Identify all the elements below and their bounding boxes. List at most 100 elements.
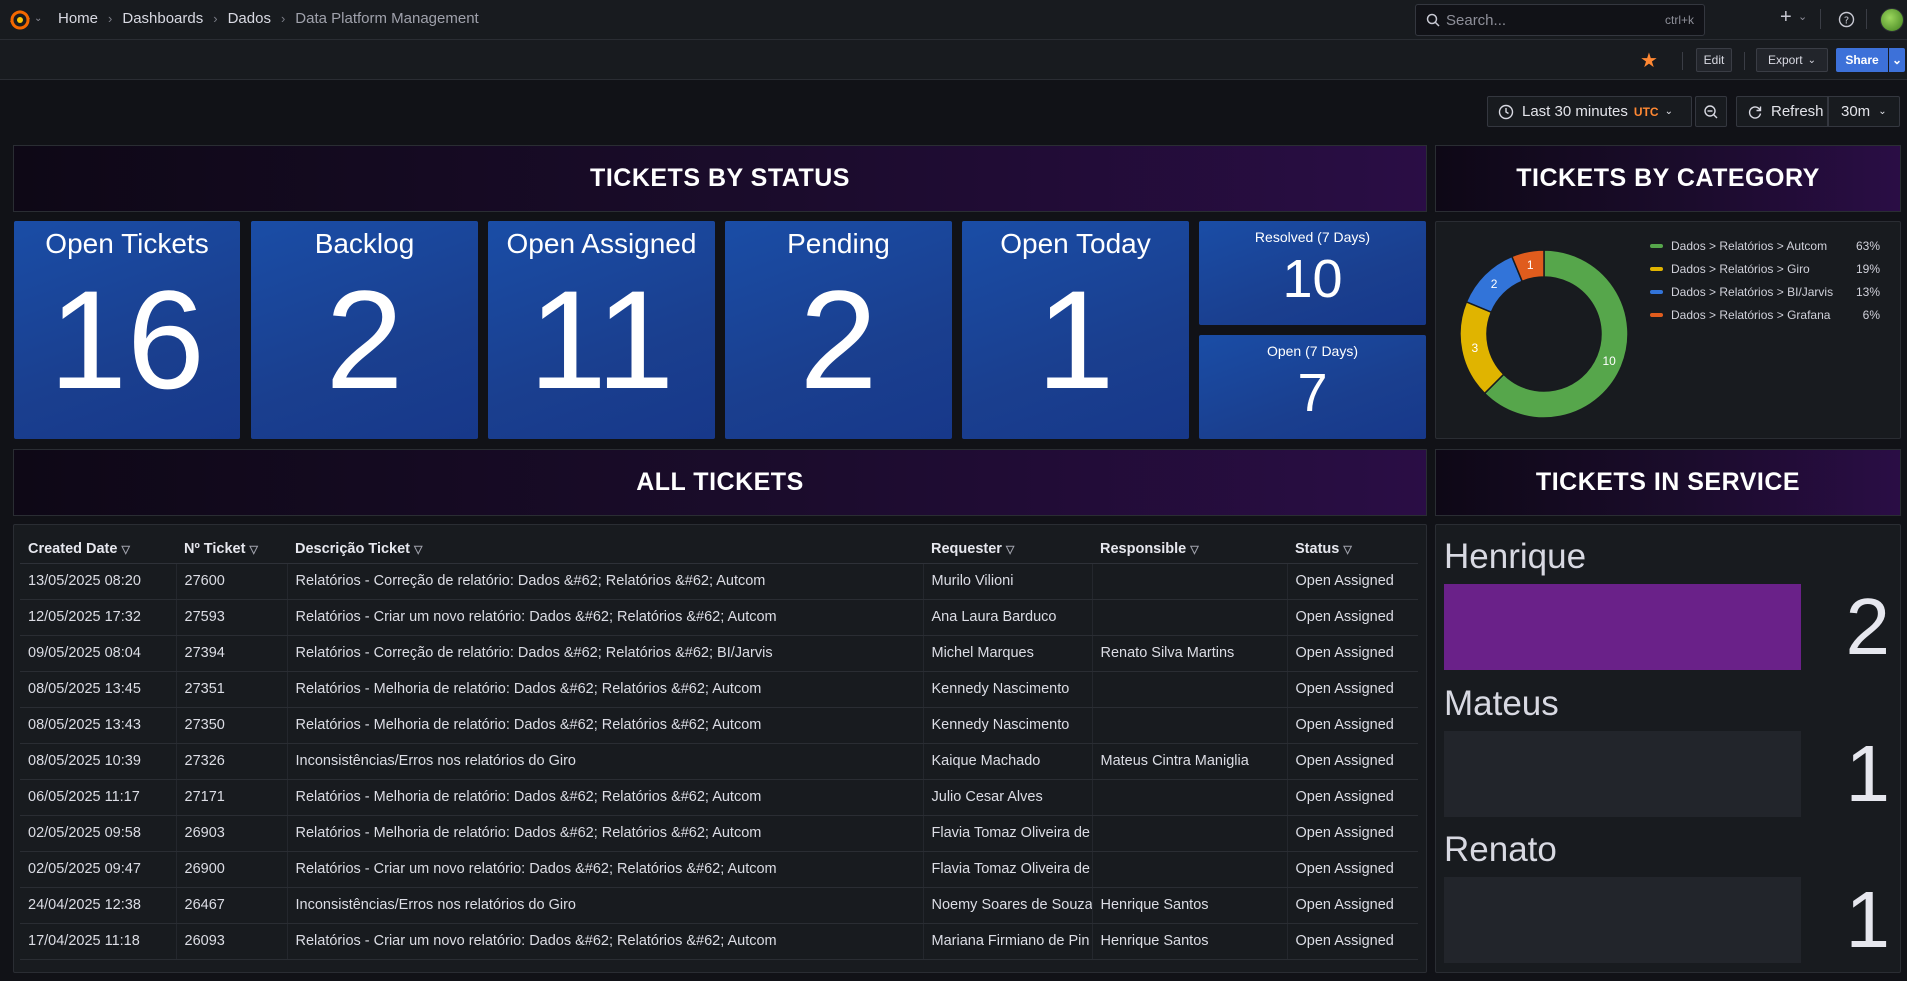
edit-button[interactable]: Edit: [1696, 48, 1732, 72]
filter-icon[interactable]: ▽: [414, 544, 422, 556]
column-header-description[interactable]: Descrição Ticket ▽: [287, 535, 923, 564]
legend-item[interactable]: Dados > Relatórios > Grafana 6%: [1650, 303, 1880, 326]
cell-responsible: [1092, 563, 1288, 600]
cell-requester: Flavia Tomaz Oliveira de: [923, 851, 1093, 888]
table-row[interactable]: 02/05/2025 09:47 26900 Relatórios - Criar …: [20, 851, 1418, 888]
cell-status: Open Assigned: [1287, 887, 1418, 924]
donut-slice[interactable]: [1459, 300, 1505, 395]
share-menu-chevron-icon[interactable]: ⌄: [1889, 48, 1905, 72]
nav-divider: [1820, 9, 1821, 29]
cell-created-date: 17/04/2025 11:18: [20, 923, 177, 960]
table-row[interactable]: 17/04/2025 11:18 26093 Relatórios - Criar …: [20, 923, 1418, 960]
stat-value: 2: [325, 261, 404, 418]
service-name: Mateus: [1444, 684, 1559, 723]
legend-item[interactable]: Dados > Relatórios > Autcom 63%: [1650, 234, 1880, 257]
logo-menu-chevron-icon[interactable]: ⌄: [34, 13, 42, 24]
stat-open-assigned[interactable]: Open Assigned 11: [488, 221, 715, 439]
stat-value: 2: [799, 261, 878, 418]
cell-ticket-number: 26093: [176, 923, 288, 960]
stat-open-tickets[interactable]: Open Tickets 16: [14, 221, 240, 439]
cell-requester: Kaique Machado: [923, 743, 1093, 780]
dashboard-toolbar: [0, 40, 1907, 80]
search-input[interactable]: Search... ctrl+k: [1415, 4, 1705, 36]
cell-responsible: Henrique Santos: [1092, 923, 1288, 960]
table-row[interactable]: 08/05/2025 10:39 27326 Inconsistências/Err…: [20, 743, 1418, 780]
filter-icon[interactable]: ▽: [1006, 544, 1014, 556]
cell-status: Open Assigned: [1287, 671, 1418, 708]
export-chevron-icon: ⌄: [1807, 54, 1817, 66]
donut-slice-label: 3: [1472, 341, 1479, 355]
export-button[interactable]: Export ⌄: [1756, 48, 1828, 72]
service-value: 1: [1845, 875, 1891, 964]
add-new-icon[interactable]: +: [1780, 6, 1792, 29]
column-header-created-date[interactable]: Created Date ▽: [20, 535, 176, 564]
stat-pending[interactable]: Pending 2: [725, 221, 952, 439]
cell-status: Open Assigned: [1287, 599, 1418, 636]
column-header-status[interactable]: Status ▽: [1287, 535, 1418, 564]
cell-requester: Ana Laura Barduco: [923, 599, 1093, 636]
filter-icon[interactable]: ▽: [1190, 544, 1198, 556]
table-row[interactable]: 09/05/2025 08:04 27394 Relatórios - Correç…: [20, 635, 1418, 672]
column-header-responsible[interactable]: Responsible ▽: [1092, 535, 1287, 564]
table-row[interactable]: 06/05/2025 11:17 27171 Relatórios - Melhor…: [20, 779, 1418, 816]
service-value: 2: [1845, 582, 1891, 671]
legend-swatch: [1650, 289, 1663, 294]
cell-responsible: Mateus Cintra Maniglia: [1092, 743, 1288, 780]
cell-responsible: [1092, 599, 1288, 636]
user-avatar[interactable]: [1880, 8, 1904, 32]
cell-responsible: [1092, 707, 1288, 744]
tickets-table: Created Date ▽ Nº Ticket ▽ Descrição Ticke…: [20, 535, 1418, 960]
stat-label: Open Today: [1000, 228, 1151, 259]
table-row[interactable]: 13/05/2025 08:20 27600 Relatórios - Correç…: [20, 563, 1418, 600]
time-range-chevron-icon: ⌄: [1664, 106, 1673, 117]
cell-requester: Kennedy Nascimento: [923, 707, 1093, 744]
legend-item[interactable]: Dados > Relatórios > Giro 19%: [1650, 257, 1880, 280]
cell-status: Open Assigned: [1287, 923, 1418, 960]
category-donut-chart[interactable]: 10 3 2 1: [1454, 244, 1634, 424]
table-row[interactable]: 12/05/2025 17:32 27593 Relatórios - Criar …: [20, 599, 1418, 636]
column-header-requester[interactable]: Requester ▽: [923, 535, 1092, 564]
add-new-chevron-icon[interactable]: ⌄: [1798, 10, 1807, 23]
help-icon[interactable]: ?: [1838, 11, 1855, 28]
service-bar: [1444, 584, 1801, 670]
stat-open-today[interactable]: Open Today 1: [962, 221, 1189, 439]
cell-created-date: 06/05/2025 11:17: [20, 779, 177, 816]
stat-backlog[interactable]: Backlog 2: [251, 221, 478, 439]
filter-icon[interactable]: ▽: [249, 544, 257, 556]
stat-resolved-7-days[interactable]: Resolved (7 Days) 10: [1199, 221, 1426, 325]
search-icon: [1426, 13, 1440, 27]
toolbar-divider: [1682, 52, 1683, 70]
all-tickets-title: ALL TICKETS: [13, 449, 1427, 516]
table-row[interactable]: 08/05/2025 13:43 27350 Relatórios - Melhor…: [20, 707, 1418, 744]
legend-percent: 63%: [1855, 238, 1880, 253]
table-row[interactable]: 24/04/2025 12:38 26467 Inconsistências/Err…: [20, 887, 1418, 924]
cell-ticket-number: 27600: [176, 563, 288, 600]
legend-swatch: [1650, 312, 1663, 317]
cell-requester: Julio Cesar Alves: [923, 779, 1093, 816]
stat-open-7-days[interactable]: Open (7 Days) 7: [1199, 335, 1426, 439]
donut-slice-label: 2: [1491, 277, 1498, 291]
legend-item[interactable]: Dados > Relatórios > BI/Jarvis 13%: [1650, 280, 1880, 303]
breadcrumb-dashboards[interactable]: Dashboards: [122, 10, 203, 27]
cell-created-date: 08/05/2025 10:39: [20, 743, 177, 780]
refresh-interval-picker[interactable]: 30m ⌄: [1828, 96, 1900, 127]
table-row[interactable]: 02/05/2025 09:58 26903 Relatórios - Melhor…: [20, 815, 1418, 852]
share-button[interactable]: Share: [1836, 48, 1888, 72]
time-range-picker[interactable]: Last 30 minutes UTC ⌄: [1487, 96, 1692, 127]
breadcrumb-home[interactable]: Home: [58, 10, 98, 27]
table-row[interactable]: 08/05/2025 13:45 27351 Relatórios - Melhor…: [20, 671, 1418, 708]
favorite-star-icon[interactable]: ★: [1640, 48, 1658, 73]
cell-created-date: 08/05/2025 13:45: [20, 671, 177, 708]
tickets-in-service-title: TICKETS IN SERVICE: [1435, 449, 1901, 516]
filter-icon[interactable]: ▽: [121, 544, 129, 556]
cell-status: Open Assigned: [1287, 743, 1418, 780]
refresh-button[interactable]: Refresh: [1736, 96, 1828, 127]
cell-responsible: [1092, 851, 1288, 888]
filter-icon[interactable]: ▽: [1343, 544, 1351, 556]
breadcrumb-dados[interactable]: Dados: [228, 10, 271, 27]
stat-value: 16: [49, 261, 205, 418]
zoom-out-button[interactable]: [1695, 96, 1727, 127]
cell-created-date: 13/05/2025 08:20: [20, 563, 177, 600]
column-header-ticket-number[interactable]: Nº Ticket ▽: [176, 535, 287, 564]
grafana-logo-icon[interactable]: [8, 8, 32, 32]
